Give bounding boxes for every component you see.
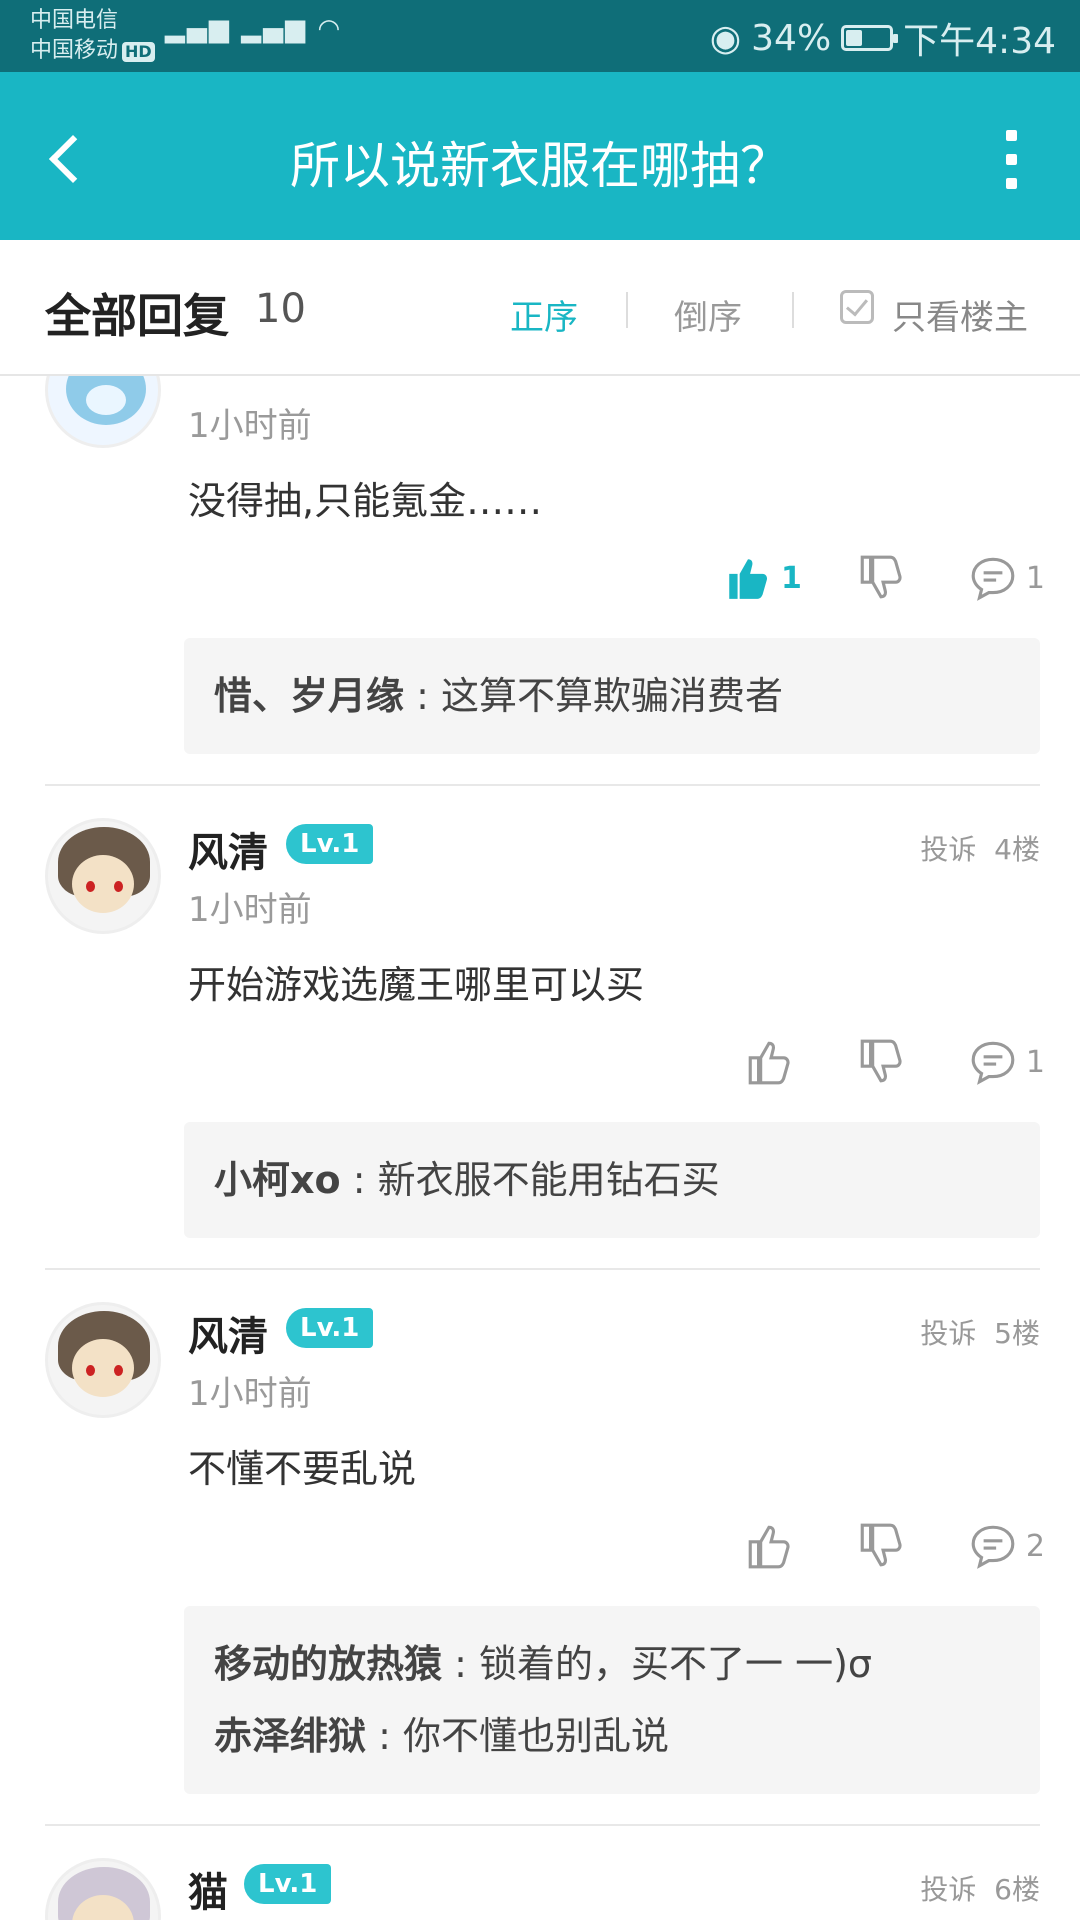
user-name[interactable]: 猫 (188, 1860, 228, 1918)
signal-strength-icon: ▂▄▆ (165, 14, 231, 44)
divider (45, 784, 1040, 786)
thumbs-down-icon (860, 1523, 902, 1567)
report-link[interactable]: 投诉 (920, 1317, 976, 1350)
report-link[interactable]: 投诉 (920, 833, 976, 866)
sub-reply: 惜、岁月缘 : 这算不算欺骗消费者 (214, 660, 1010, 732)
reply-time: 1小时前 (188, 890, 312, 930)
floor-number: 4楼 (994, 833, 1040, 866)
reply-list: 1小时前 没得抽,只能氪金…… 1 1 惜、岁月缘 : 这算不算欺骗消费者 风清… (0, 376, 1080, 1920)
carrier-2: 中国移动 (30, 38, 119, 63)
reply-actions: 1 (690, 1032, 1045, 1092)
divider (45, 1268, 1040, 1270)
sub-reply-user[interactable]: 惜、岁月缘 (214, 674, 404, 718)
sort-ascending-button[interactable]: 正序 (510, 290, 578, 339)
signal-strength-icon: ▂▄▆ (241, 14, 308, 44)
reply-actions: 2 (690, 1516, 1045, 1576)
comment-bubble-icon (971, 1041, 1015, 1085)
sort-descending-button[interactable]: 倒序 (674, 290, 742, 339)
sub-replies[interactable]: 惜、岁月缘 : 这算不算欺骗消费者 (184, 638, 1040, 754)
sub-reply-user[interactable]: 移动的放热猿 (214, 1642, 442, 1686)
reply-meta: 投诉 5楼 (920, 1312, 1040, 1352)
carrier-1: 中国电信 (30, 8, 119, 33)
level-badge: Lv.1 (286, 824, 374, 864)
more-menu-icon[interactable] (980, 124, 1040, 194)
comment-count: 1 (1025, 1044, 1045, 1080)
status-bar: 中国电信 中国移动 HD ▂▄▆ ▂▄▆ ◠ ◉ 34% 下午4:34 (0, 0, 1080, 72)
thumbs-down-icon (860, 555, 902, 599)
comment-count: 2 (1025, 1528, 1045, 1564)
like-button[interactable] (744, 1037, 802, 1087)
reply-text: 开始游戏选魔王哪里可以买 (188, 963, 645, 1007)
level-badge: Lv.1 (244, 1864, 332, 1904)
only-op-checkbox[interactable] (840, 290, 874, 324)
all-replies-label: 全部回复 (45, 289, 229, 343)
report-link[interactable]: 投诉 (920, 1873, 976, 1906)
sub-reply-text: 锁着的，买不了一 一)σ (478, 1642, 872, 1686)
battery-icon (841, 25, 899, 51)
divider (45, 1824, 1040, 1826)
comment-button[interactable]: 1 (968, 553, 1045, 603)
avatar[interactable] (45, 376, 161, 448)
divider (626, 292, 628, 328)
eye-comfort-icon: ◉ (709, 17, 742, 59)
sub-replies[interactable]: 移动的放热猿 : 锁着的，买不了一 一)σ 赤泽绯狱 : 你不懂也别乱说 (184, 1606, 1040, 1794)
reply-actions: 1 1 (669, 548, 1045, 608)
avatar[interactable] (45, 818, 161, 934)
separator: : (404, 674, 441, 718)
like-button[interactable] (744, 1521, 802, 1571)
separator: : (442, 1642, 479, 1686)
battery-percent: 34% (751, 17, 832, 59)
sub-reply: 小柯xo : 新衣服不能用钻石买 (214, 1144, 1010, 1216)
comment-count: 1 (1025, 560, 1045, 596)
comment-button[interactable]: 2 (968, 1521, 1045, 1571)
reply-meta: 投诉 6楼 (920, 1868, 1040, 1908)
dislike-button[interactable] (856, 1521, 914, 1571)
level-badge: Lv.1 (286, 1308, 374, 1348)
thumbs-up-icon (748, 1041, 790, 1085)
carrier-info: 中国电信 中国移动 HD (30, 6, 155, 66)
avatar[interactable] (45, 1302, 161, 1418)
reply-text: 不懂不要乱说 (188, 1447, 417, 1491)
comment-bubble-icon (971, 557, 1015, 601)
like-count: 1 (781, 560, 802, 596)
separator: : (366, 1714, 403, 1758)
user-name[interactable]: 风清 (188, 820, 268, 878)
like-button[interactable]: 1 (723, 553, 802, 603)
reply-count: 10 (255, 286, 306, 332)
reply-time: 1小时前 (188, 1374, 312, 1414)
dislike-button[interactable] (856, 553, 914, 603)
floor-number: 5楼 (994, 1317, 1040, 1350)
wifi-icon: ◠ (317, 14, 343, 44)
app-bar: 所以说新衣服在哪抽？ (0, 72, 1080, 240)
sub-reply: 移动的放热猿 : 锁着的，买不了一 一)σ (214, 1628, 1010, 1700)
reply-sort-bar: 全部回复 10 正序 倒序 只看楼主 (0, 240, 1080, 376)
avatar[interactable] (45, 1858, 161, 1920)
floor-number: 6楼 (994, 1873, 1040, 1906)
reply-time: 1小时前 (188, 406, 312, 446)
reply-meta: 投诉 4楼 (920, 828, 1040, 868)
page-title: 所以说新衣服在哪抽？ (290, 137, 790, 195)
comment-bubble-icon (971, 1525, 1015, 1569)
sub-reply-user[interactable]: 小柯xo (214, 1158, 341, 1202)
hd-badge: HD (122, 42, 155, 62)
comment-button[interactable]: 1 (968, 1037, 1045, 1087)
sub-reply-text: 这算不算欺骗消费者 (440, 674, 783, 718)
signal-icons: ▂▄▆ ▂▄▆ ◠ (165, 14, 342, 44)
separator: : (340, 1158, 378, 1202)
dislike-button[interactable] (856, 1037, 914, 1087)
sub-reply-text: 你不懂也别乱说 (402, 1714, 669, 1758)
sub-reply-user[interactable]: 赤泽绯狱 (214, 1714, 366, 1758)
thumbs-down-icon (860, 1039, 902, 1083)
sub-replies[interactable]: 小柯xo : 新衣服不能用钻石买 (184, 1122, 1040, 1238)
reply-text: 没得抽,只能氪金…… (188, 479, 543, 523)
divider (792, 292, 794, 328)
sub-reply-text: 新衣服不能用钻石买 (377, 1158, 720, 1202)
user-name[interactable]: 风清 (188, 1304, 268, 1362)
only-op-label[interactable]: 只看楼主 (892, 290, 1028, 339)
clock: 下午4:34 (903, 21, 1056, 62)
sub-reply: 赤泽绯狱 : 你不懂也别乱说 (214, 1700, 1010, 1772)
thumbs-up-icon (748, 1525, 790, 1569)
thumbs-up-icon (729, 559, 768, 599)
